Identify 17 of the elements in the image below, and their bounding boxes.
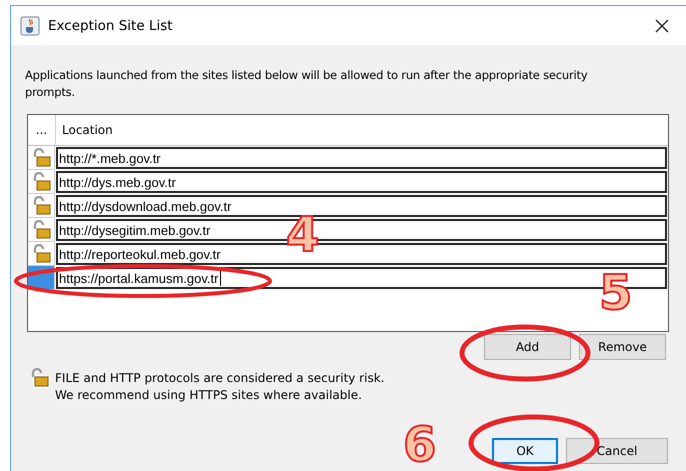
location-cell: http://*.meb.gov.tr	[56, 147, 667, 169]
column-header[interactable]: Location	[56, 115, 668, 145]
location-cell: http://dys.meb.gov.tr	[56, 171, 667, 193]
cancel-button[interactable]: Cancel	[566, 438, 668, 464]
java-cup-icon	[20, 16, 40, 36]
unlocked-padlock-icon	[29, 368, 49, 388]
step-number: 6	[403, 421, 436, 469]
ok-button[interactable]: OK	[492, 438, 558, 464]
close-icon[interactable]	[654, 18, 670, 34]
warning-text: We recommend using HTTPS sites where available.	[55, 387, 363, 404]
window-title: Exception Site List	[48, 18, 174, 34]
add-button[interactable]: Add	[484, 334, 571, 360]
remove-button[interactable]: Remove	[579, 334, 666, 360]
description-text: Applications launched from the sites listed below will be allowed to run after the appropriate security prompts.	[25, 67, 588, 101]
column-header[interactable]: ...	[28, 115, 56, 145]
warning-text: FILE and HTTP protocols are considered a security risk.	[55, 370, 384, 387]
location-cell: http://dysdownload.meb.gov.tr	[56, 195, 667, 217]
